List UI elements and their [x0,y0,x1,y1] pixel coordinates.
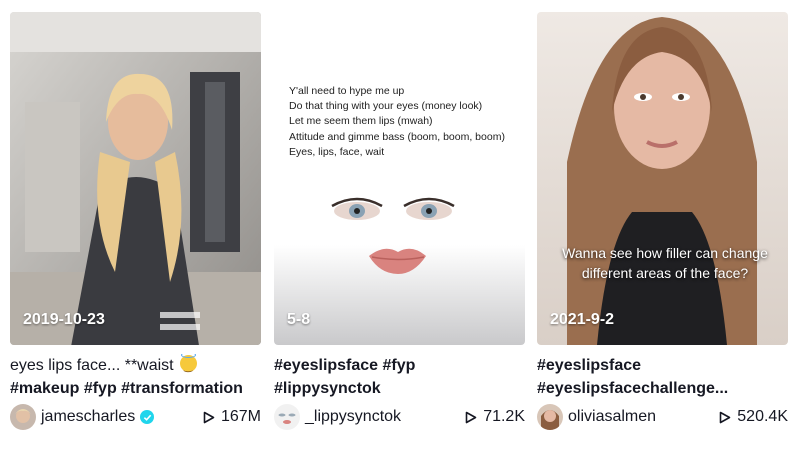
view-count-value: 71.2K [483,408,525,425]
lyric-line: Do that thing with your eyes (money look… [289,100,483,113]
video-card: 2019-10-23 eyes lips face... **waist #ma… [10,12,261,431]
play-icon [203,411,215,423]
author-row: jamescharles 167M [10,403,261,431]
video-card: Wanna see how filler can change differen… [537,12,788,431]
thumbnail-image [274,12,525,345]
avatar[interactable] [10,404,36,430]
video-description: #eyeslipsface #fyp #lippysynctok [274,354,525,400]
hashtags[interactable]: #eyeslipsface #fyp [274,354,525,377]
date-badge: 2019-10-23 [23,311,105,328]
lyrics-overlay: Y'all need to hype me up Do that thing w… [289,84,505,160]
view-count: 71.2K [465,408,525,426]
video-thumbnail[interactable]: Y'all need to hype me up Do that thing w… [274,12,525,345]
username[interactable]: _lippysynctok [305,408,401,426]
verified-check-icon [140,410,155,424]
view-count-value: 520.4K [737,408,788,425]
avatar[interactable] [274,404,300,430]
view-count: 167M [203,408,261,426]
username[interactable]: jamescharles [41,408,135,426]
video-card: Y'all need to hype me up Do that thing w… [274,12,525,431]
author-row: _lippysynctok 71.2K [274,403,525,431]
hashtags[interactable]: #makeup #fyp #transformation [10,377,261,400]
avatar[interactable] [537,404,563,430]
lyric-line: Y'all need to hype me up [289,85,405,97]
play-icon [465,411,477,423]
lyric-line: Attitude and gimme bass (boom, boom, boo… [289,130,505,143]
video-thumbnail[interactable]: Wanna see how filler can change differen… [537,12,788,345]
view-count-value: 167M [220,408,261,425]
hashtags[interactable]: #eyeslipsfacechallenge... [537,377,788,400]
date-badge: 5-8 [287,311,311,328]
lyric-line: Eyes, lips, face, wait [289,145,385,158]
username[interactable]: oliviasalmen [568,408,656,426]
thumbnail-image [537,12,788,345]
thumbnail-image [10,12,261,345]
video-description: #eyeslipsface #eyeslipsfacechallenge... [537,354,788,400]
video-description: eyes lips face... **waist #makeup #fyp #… [10,354,261,400]
video-thumbnail[interactable]: 2019-10-23 [10,12,261,345]
play-icon [719,411,731,423]
view-count: 520.4K [719,408,788,426]
author-row: oliviasalmen 520.4K [537,403,788,431]
video-overlay-caption: Wanna see how filler can change differen… [562,245,768,281]
smiling-face-with-halo-icon [180,354,198,377]
hashtags[interactable]: #lippysynctok [274,377,525,400]
description-line: eyes lips face... **waist [10,354,261,377]
hashtags[interactable]: #eyeslipsface [537,354,788,377]
lyric-line: Let me seem them lips (mwah) [289,115,433,128]
date-badge: 2021-9-2 [550,311,615,328]
description-text: eyes lips face... **waist [10,357,174,374]
